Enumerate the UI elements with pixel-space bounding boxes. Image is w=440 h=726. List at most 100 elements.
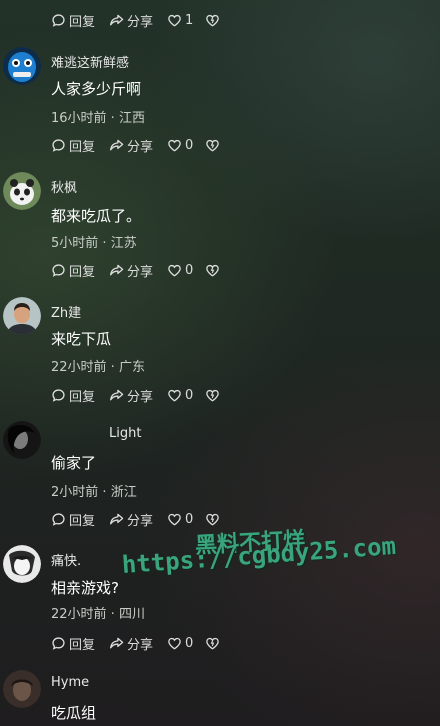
comment-bubble-icon [52,13,65,27]
comment-bubble-icon [52,138,65,152]
share-button[interactable]: 分享 [109,510,153,529]
reply-button[interactable]: 回复 [51,261,95,280]
like-button[interactable]: 0 [167,636,193,651]
share-arrow-icon [110,264,124,275]
comment-time: 5小时前 [51,236,99,251]
comment-text: 吃瓜组 [51,704,97,722]
comment-time: 22小时前 [51,607,107,622]
avatar[interactable] [3,545,41,583]
share-button[interactable]: 分享 [109,634,153,653]
username[interactable]: Light [109,426,141,441]
dislike-button[interactable] [205,512,223,527]
comment-meta: 22小时前 · 四川 [51,607,145,622]
share-label: 分享 [127,264,154,280]
comment-location: 四川 [118,607,145,622]
heart-icon [168,637,181,650]
reply-label: 回复 [69,139,96,155]
broken-heart-icon [206,389,220,402]
comment-actions-top: 回复 分享 1 [51,10,237,30]
like-button[interactable]: 0 [167,512,193,527]
broken-heart-icon [206,264,220,277]
share-label: 分享 [127,139,154,155]
reply-label: 回复 [69,264,96,280]
share-arrow-icon [110,637,124,648]
dislike-button[interactable] [205,636,223,651]
reply-button[interactable]: 回复 [51,634,95,653]
heart-icon [168,264,181,277]
share-arrow-icon [110,513,124,524]
dislike-button[interactable] [205,13,223,28]
share-button[interactable]: 分享 [109,386,153,405]
avatar[interactable] [3,47,41,85]
broken-heart-icon [206,139,220,152]
broken-heart-icon [206,14,220,27]
comment-text: 人家多少斤啊 [51,80,142,98]
heart-icon [168,139,181,152]
comment-actions: 回复 分享 0 [51,260,237,280]
share-arrow-icon [110,139,124,150]
share-button[interactable]: 分享 [109,261,153,280]
like-count: 0 [185,511,194,527]
comment-time: 2小时前 [51,485,99,500]
like-count: 0 [185,387,194,403]
avatar[interactable] [3,297,41,335]
username[interactable]: 痛快. [51,550,81,569]
comment-actions: 回复 分享 0 [51,509,237,529]
dislike-button[interactable] [205,263,223,278]
avatar[interactable] [3,670,41,708]
like-count: 1 [185,12,194,28]
heart-icon [168,513,181,526]
comment-actions: 回复 分享 0 [51,135,237,155]
share-arrow-icon [110,14,124,25]
avatar[interactable] [3,421,41,459]
comment-location: 广东 [118,360,145,375]
comment-time: 22小时前 [51,360,107,375]
share-button[interactable]: 分享 [109,11,153,30]
username[interactable]: 秋枫 [51,177,77,196]
like-button[interactable]: 0 [167,388,193,403]
like-count: 0 [185,635,194,651]
reply-button[interactable]: 回复 [51,136,95,155]
reply-button[interactable]: 回复 [51,386,95,405]
comment-location: 江苏 [110,236,137,251]
like-button[interactable]: 0 [167,263,193,278]
comment-text: 偷家了 [51,454,97,472]
comment-actions: 回复 分享 0 [51,385,237,405]
share-label: 分享 [127,14,154,30]
share-button[interactable]: 分享 [109,136,153,155]
username[interactable]: Zh建 [51,302,81,321]
like-count: 0 [185,137,194,153]
dislike-button[interactable] [205,388,223,403]
comment-actions: 回复 分享 0 [51,633,237,653]
comment-bubble-icon [52,512,65,526]
comment-bubble-icon [52,388,65,402]
share-arrow-icon [110,389,124,400]
comment-meta: 2小时前 · 浙江 [51,485,137,500]
reply-label: 回复 [69,389,96,405]
username[interactable]: Hyme [51,675,89,690]
comment-bubble-icon [52,263,65,277]
comment-location: 浙江 [110,485,137,500]
reply-label: 回复 [69,637,96,653]
comment-location: 江西 [118,111,145,126]
username[interactable]: 难逃这新鲜感 [51,52,129,71]
like-button[interactable]: 0 [167,138,193,153]
like-button[interactable]: 1 [167,13,193,28]
broken-heart-icon [206,513,220,526]
comment-time: 16小时前 [51,111,107,126]
heart-icon [168,389,181,402]
share-label: 分享 [127,513,154,529]
avatar[interactable] [3,172,41,210]
share-label: 分享 [127,389,154,405]
share-label: 分享 [127,637,154,653]
comment-text: 相亲游戏? [51,579,119,597]
comment-text: 来吃下瓜 [51,330,112,348]
comment-bubble-icon [52,636,65,650]
like-count: 0 [185,262,194,278]
reply-label: 回复 [69,513,96,529]
reply-button[interactable]: 回复 [51,510,95,529]
dislike-button[interactable] [205,138,223,153]
comment-text: 都来吃瓜了。 [51,207,142,225]
reply-label: 回复 [69,14,96,30]
reply-button[interactable]: 回复 [51,11,95,30]
